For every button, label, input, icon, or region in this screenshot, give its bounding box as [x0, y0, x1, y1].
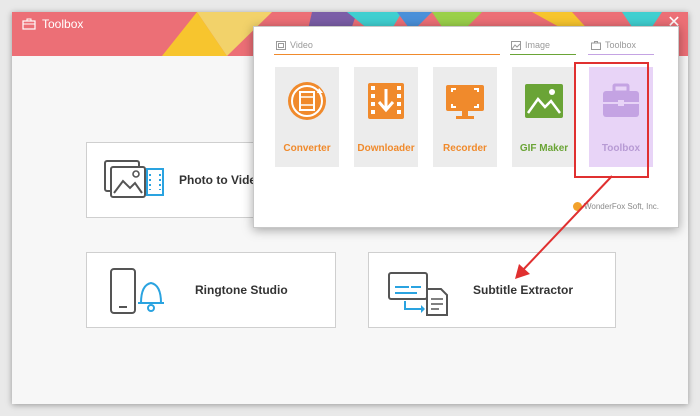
video-section-header: Video	[276, 40, 313, 54]
brand-footer: WonderFox Soft, Inc.	[573, 202, 659, 212]
toolbox-highlight-box	[574, 62, 649, 178]
ringtone-studio-card[interactable]: Ringtone Studio	[86, 252, 336, 328]
video-section-line	[274, 54, 500, 55]
app-switcher-menu: Video Image Toolbox Converter Downloader…	[253, 26, 679, 228]
toolbox-section-line	[588, 54, 654, 55]
app-name-recorder: Recorder	[443, 143, 487, 154]
app-downloader[interactable]: Downloader	[354, 67, 418, 167]
app-gif-maker[interactable]: GIF Maker	[512, 67, 576, 167]
downloader-icon	[368, 83, 404, 119]
ringtone-icon	[110, 268, 164, 314]
wonderfox-logo-icon	[573, 202, 582, 212]
card-label-subtitle-extractor: Subtitle Extractor	[473, 283, 574, 297]
video-section-icon	[276, 41, 286, 51]
toolbox-section-icon	[591, 41, 601, 51]
brand-text: WonderFox Soft, Inc.	[584, 202, 659, 211]
toolbox-section-header: Toolbox	[591, 40, 636, 54]
toolbox-section-label: Toolbox	[605, 40, 637, 50]
image-section-line	[510, 54, 576, 55]
image-section-label: Image	[525, 40, 551, 50]
app-converter[interactable]: Converter	[275, 67, 339, 167]
subtitle-extractor-card[interactable]: Subtitle Extractor	[368, 252, 616, 328]
gif-maker-icon	[525, 84, 563, 118]
recorder-icon	[446, 85, 484, 119]
toolbox-title-icon	[22, 18, 36, 30]
subtitle-icon	[388, 272, 448, 316]
converter-icon	[288, 82, 326, 120]
image-section-header: Image	[511, 40, 550, 54]
card-label-photo-to-video: Photo to Video	[179, 173, 264, 187]
app-name-downloader: Downloader	[357, 143, 415, 154]
app-name-gif-maker: GIF Maker	[519, 143, 569, 154]
card-label-ringtone-studio: Ringtone Studio	[195, 283, 288, 297]
photo-to-video-icon	[104, 160, 164, 198]
app-recorder[interactable]: Recorder	[433, 67, 497, 167]
window-title: Toolbox	[42, 17, 84, 31]
image-section-icon	[511, 41, 521, 51]
app-name-converter: Converter	[283, 143, 331, 154]
video-section-label: Video	[290, 40, 313, 50]
